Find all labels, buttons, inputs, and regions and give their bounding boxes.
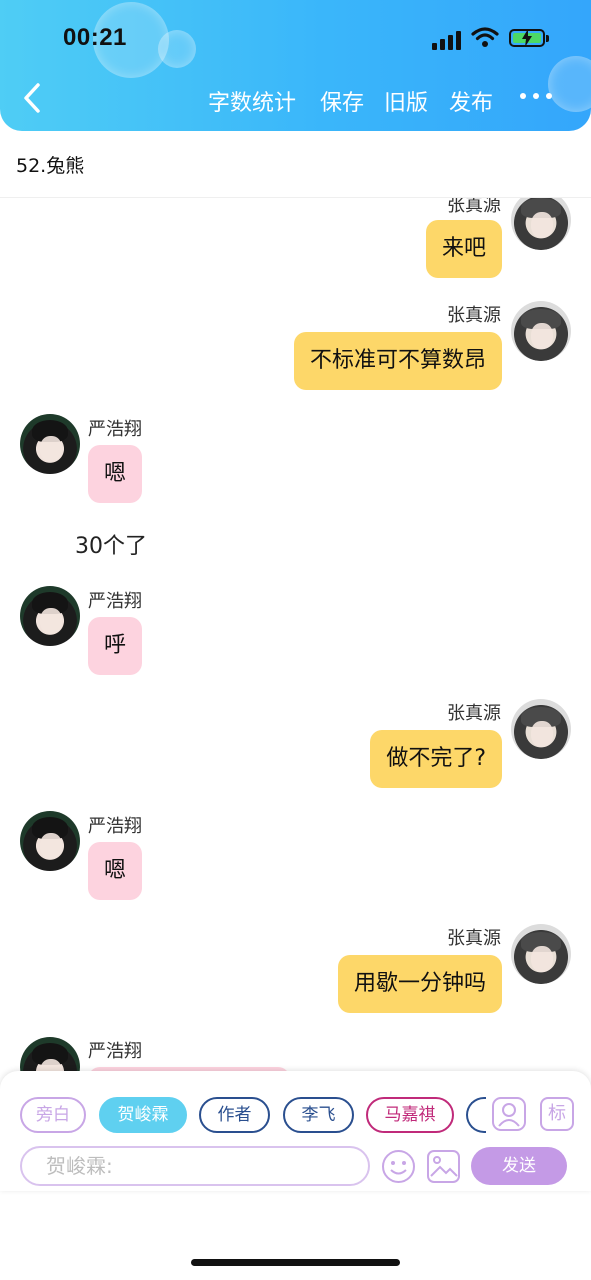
publish-button[interactable]: 发布 [449,85,493,117]
speaker-name: 张真源 [447,928,501,949]
speaker-name: 张真源 [447,198,501,216]
character-chip-active[interactable]: 贺峻霖 [99,1097,187,1133]
speaker-name: 严浩翔 [88,419,142,440]
top-header: 00:21 字数统计 保存 旧版 发布 [0,0,591,131]
message-bubble[interactable]: 做不完了? [370,730,502,788]
battery-icon [509,29,549,47]
document-title[interactable]: 52.兔熊 [16,151,84,178]
back-arrow-icon[interactable] [18,80,48,116]
narration-text[interactable]: 30个了 [75,528,147,560]
status-time: 00:21 [63,24,127,51]
message-bubble[interactable]: 呼 [88,617,143,675]
old-version-button[interactable]: 旧版 [384,85,428,117]
avatar[interactable] [20,811,80,871]
send-button[interactable]: 发送 [471,1147,567,1185]
speaker-name: 张真源 [447,703,501,724]
character-chip[interactable]: 李飞 [283,1097,354,1133]
save-button[interactable]: 保存 [320,85,364,117]
speaker-name: 严浩翔 [88,816,142,837]
avatar[interactable] [511,924,571,984]
speaker-name: 严浩翔 [88,1041,142,1062]
wifi-icon [471,27,499,47]
avatar[interactable] [511,301,571,361]
message-bubble[interactable]: 嗯 [88,842,143,900]
image-icon[interactable] [427,1150,460,1183]
decor-bubble [158,30,196,68]
character-chip-narrator[interactable]: 旁白 [20,1097,86,1133]
character-chip[interactable]: 马嘉祺 [366,1097,454,1133]
more-options-icon[interactable] [520,86,554,106]
message-bubble[interactable]: 不标准可不算数昂 [293,332,502,390]
message-bubble[interactable]: 用歇一分钟吗 [337,955,502,1013]
signal-icon [432,30,462,50]
decor-bubble [548,56,591,112]
emoji-icon[interactable] [381,1149,416,1184]
speaker-name: 严浩翔 [88,591,142,612]
message-bubble[interactable]: 来吧 [425,220,502,278]
word-count-button[interactable]: 字数统计 [208,85,296,117]
character-manage-icon[interactable] [492,1097,526,1131]
avatar[interactable] [511,198,571,250]
chat-area[interactable]: 张真源 来吧 张真源 不标准可不算数昂 严浩翔 嗯 30个了 严浩翔 呼 张真源… [0,198,591,1076]
document-title-bar: 52.兔熊 [0,131,591,198]
speaker-name: 张真源 [447,305,501,326]
home-indicator [191,1259,400,1266]
message-bubble[interactable]: 嗯 [88,445,143,503]
avatar[interactable] [20,414,80,474]
mark-button[interactable]: 标 [540,1097,574,1131]
message-input[interactable] [20,1146,370,1186]
avatar[interactable] [511,699,571,759]
character-chip-author[interactable]: 作者 [199,1097,270,1133]
avatar[interactable] [20,586,80,646]
